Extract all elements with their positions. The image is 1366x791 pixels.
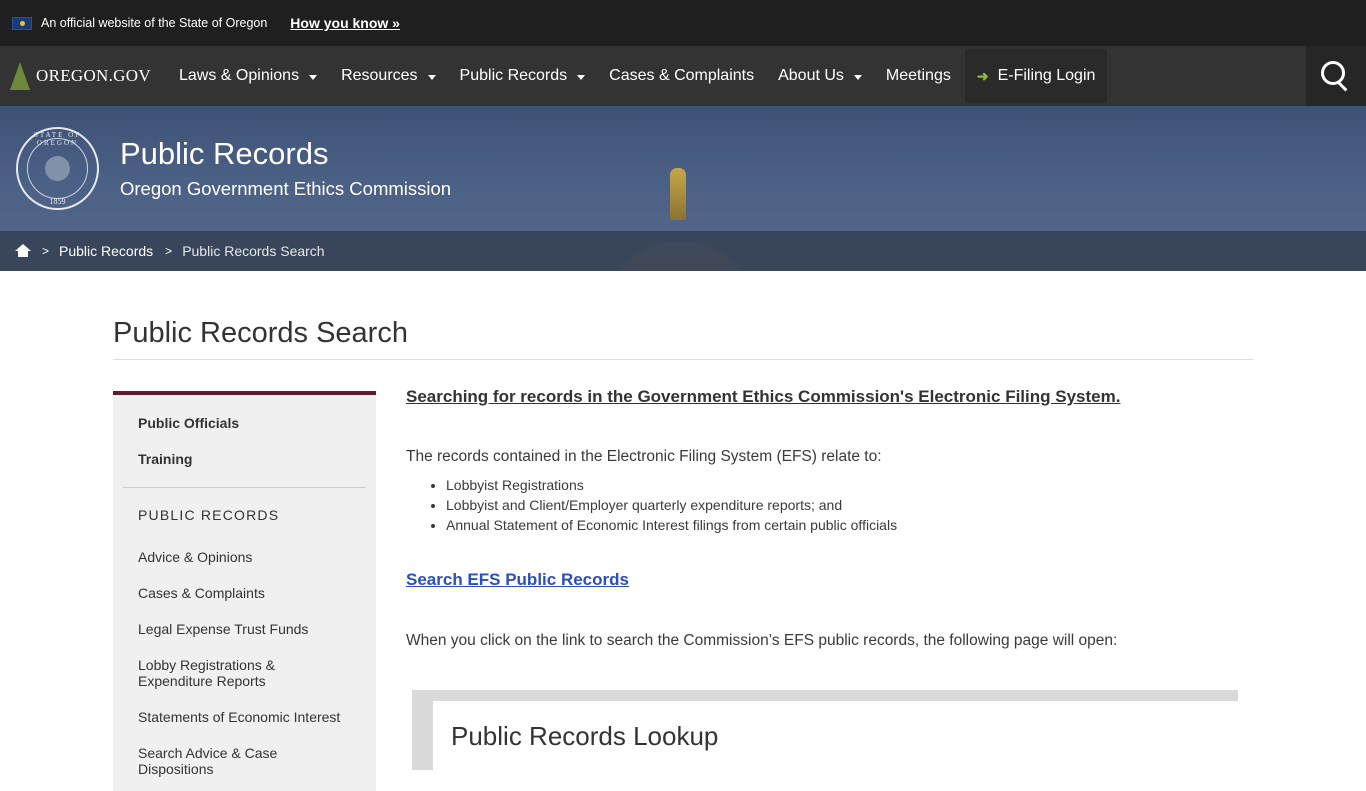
sidebar-divider [123,487,366,488]
nav-public-records[interactable]: Public Records [448,46,598,106]
chevron-down-icon [577,74,586,80]
sidebar-section-heading: PUBLIC RECORDS [138,507,280,523]
seal-inner-ring [27,138,88,199]
nav-label: Laws & Opinions [179,67,300,84]
lookup-screenshot-card: Public Records Lookup [433,701,1238,781]
hero-banner: STATE OF OREGON 1859 Public Records Oreg… [0,106,1366,271]
hero-subtitle: Oregon Government Ethics Commission [120,178,452,199]
chevron-right-icon: > [165,244,173,258]
chevron-down-icon [427,74,436,80]
sidebar-item-public-officials[interactable]: Public Officials [123,415,366,431]
lookup-screenshot-image: Public Records Lookup [412,690,1238,781]
nav-label: Cases & Complaints [609,67,755,84]
logo-text: OREGON.GOV [36,66,151,85]
page-title: Public Records Search [113,317,1253,360]
nav-label: Meetings [885,67,951,84]
pioneer-statue-image [670,168,686,220]
efiling-login-label: E-Filing Login [997,67,1096,84]
chevron-down-icon [853,74,862,80]
sidebar-item-cases-complaints[interactable]: Cases & Complaints [123,585,366,601]
sidebar-item-lobby-registrations[interactable]: Lobby Registrations & Expenditure Report… [123,657,366,689]
chevron-right-icon: > [42,244,50,258]
official-banner: An official website of the State of Oreg… [0,0,1366,46]
nav-label: About Us [778,67,844,84]
breadcrumb-current: Public Records Search [182,243,325,259]
official-banner-text: An official website of the State of Oreg… [41,16,268,30]
nav-about-us[interactable]: About Us [766,46,874,106]
sidebar-item-training[interactable]: Training [123,451,366,467]
nav-items: Laws & Opinions Resources Public Records… [167,46,1108,106]
sidebar-item-advice-opinions[interactable]: Advice & Opinions [123,549,366,565]
efs-heading-link[interactable]: Searching for records in the Government … [406,387,1253,407]
efiling-login-button[interactable]: ➜ E-Filing Login [964,49,1108,103]
click-description: When you click on the link to search the… [406,632,1118,649]
list-item: Lobbyist Registrations [446,477,1253,493]
main-content: Searching for records in the Government … [406,387,1253,791]
hero-title: Public Records [120,136,329,171]
main-navigation: OREGON.GOV Laws & Opinions Resources Pub… [0,46,1366,106]
records-list: Lobbyist Registrations Lobbyist and Clie… [446,477,1253,533]
nav-laws-opinions[interactable]: Laws & Opinions [167,46,329,106]
breadcrumb-public-records[interactable]: Public Records [59,243,153,259]
sign-in-icon: ➜ [976,67,989,84]
home-icon[interactable] [15,243,31,257]
search-icon-handle [1337,81,1348,92]
search-efs-link[interactable]: Search EFS Public Records [406,570,1253,590]
page-content: Public Records Search Public Officials T… [113,271,1253,791]
nav-label: Public Records [459,67,568,84]
tree-icon [10,62,30,90]
how-you-know-link[interactable]: How you know » [290,15,400,31]
seal-year: 1859 [49,197,66,206]
sidebar: Public Officials Training PUBLIC RECORDS… [113,391,376,791]
oregon-flag-icon [12,16,32,30]
list-item: Lobbyist and Client/Employer quarterly e… [446,497,1253,513]
oregon-gov-logo[interactable]: OREGON.GOV [10,46,155,106]
nav-resources[interactable]: Resources [329,46,447,106]
nav-cases-complaints[interactable]: Cases & Complaints [597,46,766,106]
sidebar-item-legal-expense-trust-funds[interactable]: Legal Expense Trust Funds [123,621,366,637]
state-seal-logo: STATE OF OREGON 1859 [16,127,99,210]
search-button[interactable] [1306,46,1366,106]
search-icon [1321,61,1345,85]
nav-meetings[interactable]: Meetings [874,46,963,106]
seal-emblem [45,156,70,181]
content-columns: Public Officials Training PUBLIC RECORDS… [113,387,1253,791]
nav-label: Resources [341,67,418,84]
chevron-down-icon [309,74,318,80]
list-item: Annual Statement of Economic Interest fi… [446,517,1253,533]
breadcrumb: > Public Records > Public Records Search [0,231,1366,271]
lookup-screenshot-title: Public Records Lookup [451,721,719,751]
sidebar-item-statements-economic-interest[interactable]: Statements of Economic Interest [123,709,366,725]
sidebar-item-search-advice[interactable]: Search Advice & Case Dispositions [123,745,366,777]
intro-text: The records contained in the Electronic … [406,448,882,465]
